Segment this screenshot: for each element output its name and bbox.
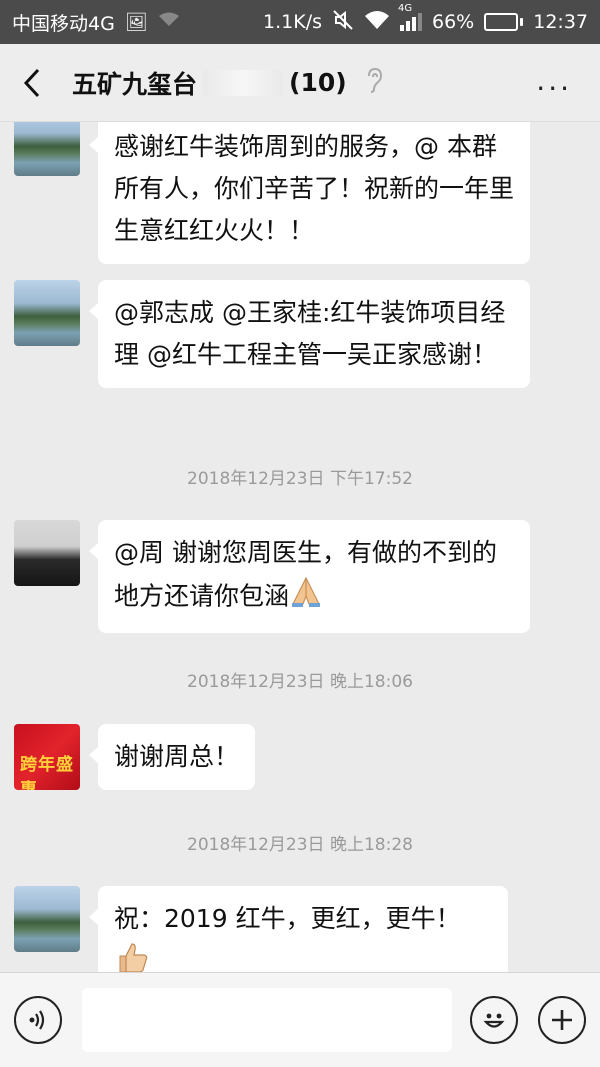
carrier-label: 中国移动4G: [12, 12, 115, 35]
input-bar: [0, 972, 600, 1067]
image-notification-icon: 🖼: [124, 11, 148, 33]
chat-title: 五矿九玺台 (10): [72, 65, 383, 101]
wifi-icon: [364, 10, 390, 35]
message-input[interactable]: [82, 988, 452, 1052]
lake-avatar[interactable]: [14, 122, 80, 176]
timestamp: 2018年12月23日 晚上18:28: [187, 835, 413, 855]
message-bubble[interactable]: 谢谢周总！: [88, 724, 256, 790]
timestamp: 2018年12月23日 下午17:52: [187, 469, 413, 489]
wifi-faded-icon: [158, 12, 180, 33]
emoji-button[interactable]: [470, 996, 518, 1044]
message-bubble[interactable]: 祝：2019 红牛，更红，更牛！: [89, 886, 508, 972]
lake-avatar[interactable]: [14, 280, 80, 346]
back-button[interactable]: [12, 63, 52, 103]
ear-icon: [365, 67, 383, 99]
praying-hands-icon: [289, 574, 323, 621]
message-item: 跨年盛惠 谢谢周总！: [0, 724, 600, 790]
redacted-text: [203, 69, 284, 96]
battery-percent: 66%: [432, 11, 475, 33]
message-bubble[interactable]: @周 谢谢您周医生，有做的不到的地方还请你包涵: [89, 520, 530, 633]
member-count: (10): [289, 68, 347, 97]
voice-button[interactable]: [14, 996, 62, 1044]
voice-icon: [29, 1010, 45, 1030]
signal-icon: 4G: [398, 3, 422, 31]
person-avatar[interactable]: [14, 520, 80, 586]
clock: 12:37: [533, 11, 588, 33]
network-speed: 1.1K/s: [263, 11, 322, 33]
message-bubble[interactable]: 感谢红牛装饰周到的服务，@ 本群所有人，你们辛苦了！祝新的一年里生意红红火火！！: [89, 122, 530, 264]
back-arrow-icon: [23, 68, 40, 97]
chat-title-text: 五矿九玺台: [72, 69, 198, 99]
poster-text: 跨年盛惠: [20, 755, 74, 790]
timestamp: 2018年12月23日 晚上18:06: [187, 672, 413, 692]
plus-button[interactable]: [538, 996, 586, 1044]
lake-avatar[interactable]: [14, 886, 80, 952]
thumbs-up-icon: [114, 940, 150, 972]
message-text: 祝：2019 红牛，更红，更牛！: [114, 904, 461, 933]
mute-icon: [332, 9, 354, 36]
poster-avatar[interactable]: 跨年盛惠: [14, 724, 80, 790]
chat-header: 五矿九玺台 (10) ···: [0, 44, 600, 122]
message-bubble[interactable]: @郭志成 @王家桂:红牛装饰项目经理 @红牛工程主管一吴正家感谢！: [89, 280, 530, 388]
plus-icon: [552, 1010, 572, 1030]
chat-area[interactable]: 感谢红牛装饰周到的服务，@ 本群所有人，你们辛苦了！祝新的一年里生意红红火火！！…: [0, 122, 600, 972]
battery-icon: [484, 13, 524, 31]
emoji-icon: [483, 1013, 505, 1028]
status-bar: 中国移动4G 🖼 1.1K/s 4G 66% 12:37: [0, 0, 600, 44]
more-button[interactable]: ···: [536, 72, 572, 105]
network-type: 4G: [398, 3, 413, 14]
